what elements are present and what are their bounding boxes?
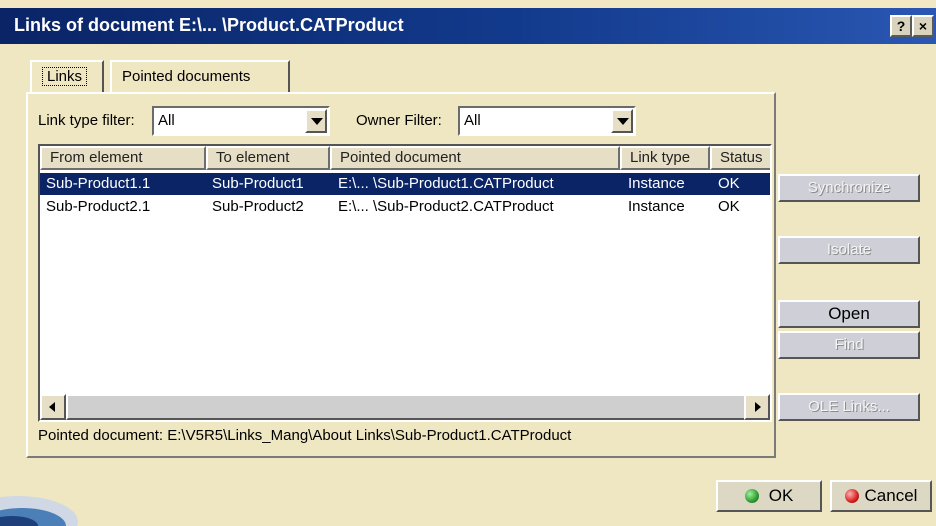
isolate-button[interactable]: Isolate: [778, 236, 920, 264]
cancel-button[interactable]: Cancel: [830, 480, 932, 512]
column-header-status[interactable]: Status: [710, 146, 770, 170]
ok-label: OK: [768, 486, 794, 505]
owner-filter-label: Owner Filter:: [356, 112, 442, 129]
tab-links[interactable]: Links: [30, 60, 104, 94]
cell-to-element: Sub-Product1: [212, 175, 304, 192]
scroll-right-button[interactable]: [744, 394, 770, 420]
link-type-filter-value: All: [158, 112, 175, 129]
scroll-left-button[interactable]: [40, 394, 66, 420]
tab-pointed-documents-label: Pointed documents: [122, 68, 251, 85]
cell-to-element: Sub-Product2: [212, 198, 304, 215]
pointed-document-path: Pointed document: E:\V5R5\Links_Mang\Abo…: [38, 427, 572, 444]
chevron-down-icon[interactable]: [611, 109, 633, 133]
app-logo-icon: [0, 496, 78, 526]
ole-links-button[interactable]: OLE Links...: [778, 393, 920, 421]
close-button[interactable]: ×: [912, 15, 934, 37]
link-type-filter-select[interactable]: All: [152, 106, 330, 136]
scrollbar-thumb[interactable]: [66, 394, 746, 420]
tab-pointed-documents[interactable]: Pointed documents: [110, 60, 290, 94]
table-row[interactable]: Sub-Product1.1 Sub-Product1 E:\... \Sub-…: [40, 173, 770, 195]
cell-status: OK: [718, 175, 740, 192]
column-header-from-element[interactable]: From element: [40, 146, 206, 170]
cancel-label: Cancel: [864, 486, 918, 505]
title-bar[interactable]: Links of document E:\... \Product.CATPro…: [0, 8, 936, 44]
cell-status: OK: [718, 198, 740, 215]
cell-from-element: Sub-Product1.1: [46, 175, 151, 192]
ok-button[interactable]: OK: [716, 480, 822, 512]
cell-from-element: Sub-Product2.1: [46, 198, 151, 215]
tab-links-label: Links: [42, 67, 88, 86]
links-list[interactable]: From element To element Pointed document…: [38, 144, 772, 422]
help-button[interactable]: ?: [890, 15, 912, 37]
horizontal-scrollbar[interactable]: [40, 394, 770, 420]
link-type-filter-label: Link type filter:: [38, 112, 135, 129]
synchronize-button[interactable]: Synchronize: [778, 174, 920, 202]
cell-link-type: Instance: [628, 175, 685, 192]
cancel-icon: [844, 489, 859, 503]
column-header-pointed-document[interactable]: Pointed document: [330, 146, 620, 170]
column-header-link-type[interactable]: Link type: [620, 146, 710, 170]
arrow-right-icon: [755, 402, 761, 412]
cell-pointed-document: E:\... \Sub-Product2.CATProduct: [338, 198, 554, 215]
cell-link-type: Instance: [628, 198, 685, 215]
chevron-down-icon[interactable]: [305, 109, 327, 133]
owner-filter-select[interactable]: All: [458, 106, 636, 136]
table-row[interactable]: Sub-Product2.1 Sub-Product2 E:\... \Sub-…: [40, 196, 770, 218]
open-button[interactable]: Open: [778, 300, 920, 328]
owner-filter-value: All: [464, 112, 481, 129]
cell-pointed-document: E:\... \Sub-Product1.CATProduct: [338, 175, 554, 192]
window-title: Links of document E:\... \Product.CATPro…: [14, 15, 404, 35]
ok-icon: [744, 489, 759, 503]
column-header-to-element[interactable]: To element: [206, 146, 330, 170]
arrow-left-icon: [49, 402, 55, 412]
find-button[interactable]: Find: [778, 331, 920, 359]
